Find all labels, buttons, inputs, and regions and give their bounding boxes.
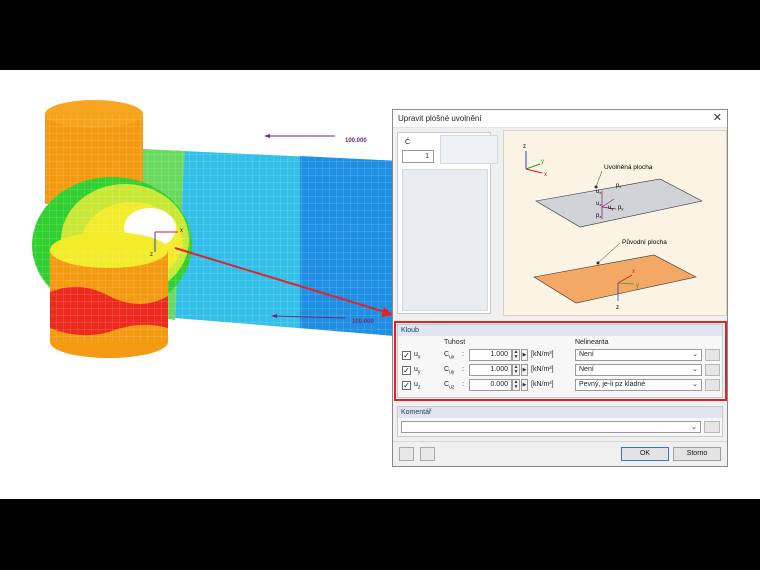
comment-input[interactable]: ⌄ <box>401 421 701 433</box>
load-value-top: 100.000 <box>345 138 367 144</box>
close-icon[interactable]: ✕ <box>713 112 722 124</box>
release-illustration: z y x Uvolněná plocha px ux uz uy py pz <box>503 130 727 316</box>
original-surface-label: Původní plocha <box>622 238 667 246</box>
letterbox-top <box>0 0 760 70</box>
diagram-axis-z: z <box>523 144 526 150</box>
letterbox-bottom <box>0 499 760 570</box>
ok-button[interactable]: OK <box>621 447 669 461</box>
diagram-axis-x: x <box>544 172 547 178</box>
workspace: x z 100.000 100.000 Upravit plošné uvoln… <box>0 70 760 499</box>
number-field-group: Č 1 <box>402 139 435 163</box>
px-label: px <box>616 183 621 189</box>
diagram-axis-y: y <box>541 159 544 165</box>
dialog-title: Upravit plošné uvolnění <box>398 114 482 123</box>
original-surface-plane <box>533 254 697 304</box>
comment-section-title: Komentář <box>398 407 722 418</box>
edit-surface-release-dialog: Upravit plošné uvolnění ✕ Č 1 z y x Uvol… <box>392 109 728 467</box>
dialog-titlebar: Upravit plošné uvolnění ✕ <box>393 110 727 128</box>
release-diagram: z y x Uvolněná plocha px ux uz uy py pz <box>523 144 703 311</box>
released-surface-label: Uvolněná plocha <box>604 164 653 171</box>
units-icon[interactable] <box>420 447 435 461</box>
uz-label: uz <box>596 201 601 207</box>
comment-section: Komentář ⌄ <box>397 406 723 437</box>
bottom-cylinder <box>50 232 168 358</box>
comment-library-button[interactable] <box>704 421 720 433</box>
load-arrow-top <box>264 134 335 138</box>
cancel-button[interactable]: Storno <box>673 447 721 461</box>
hinge-highlight-frame <box>394 321 727 401</box>
py-label: py <box>618 205 623 211</box>
uy-label: uy <box>608 205 613 211</box>
number-input[interactable]: 1 <box>402 150 434 163</box>
ux-label: ux <box>596 189 601 195</box>
help-icon[interactable] <box>399 447 414 461</box>
dialog-footer: OK Storno <box>393 441 727 466</box>
model-axis-x-label: x <box>180 228 183 234</box>
orig-axis-y: y <box>636 283 639 289</box>
model-axis-z-label: z <box>150 252 153 258</box>
orig-axis-x: x <box>632 269 635 275</box>
release-list[interactable] <box>402 169 488 311</box>
release-list-panel: Č 1 <box>397 132 498 314</box>
orig-axis-z: z <box>616 305 619 311</box>
load-value-bottom: 100.000 <box>352 319 374 325</box>
chevron-down-icon: ⌄ <box>691 424 697 431</box>
number-label: Č <box>405 139 411 146</box>
name-field[interactable] <box>440 135 498 164</box>
pz-label: pz <box>596 213 601 219</box>
